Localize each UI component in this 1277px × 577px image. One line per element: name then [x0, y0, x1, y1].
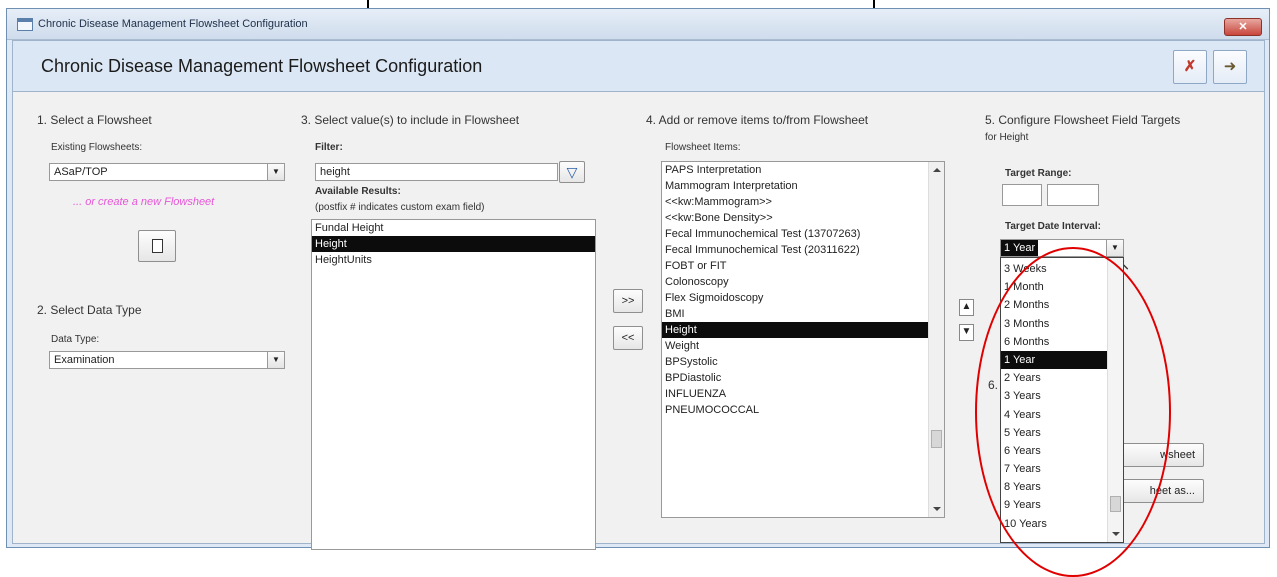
- list-item[interactable]: FOBT or FIT: [662, 258, 928, 274]
- exit-door-icon[interactable]: ➜: [1213, 50, 1247, 84]
- list-item[interactable]: Fecal Immunochemical Test (13707263): [662, 226, 928, 242]
- data-type-label: Data Type:: [51, 334, 100, 345]
- existing-flowsheets-value: ASaP/TOP: [54, 166, 108, 178]
- available-results-label: Available Results:: [315, 186, 401, 197]
- list-item[interactable]: 2 Months: [1001, 296, 1107, 314]
- scroll-up-icon[interactable]: [933, 168, 941, 172]
- chevron-down-icon[interactable]: ▼: [267, 352, 284, 368]
- section-1-heading: 1. Select a Flowsheet: [37, 113, 152, 127]
- scroll-thumb[interactable]: [931, 430, 942, 448]
- list-item-selected[interactable]: 1 Year: [1001, 350, 1107, 370]
- window-title: Chronic Disease Management Flowsheet Con…: [38, 18, 308, 30]
- client-area: Chronic Disease Management Flowsheet Con…: [12, 40, 1265, 577]
- list-item[interactable]: 9 Years: [1001, 496, 1107, 514]
- list-item[interactable]: HeightUnits: [312, 252, 595, 268]
- page-title: Chronic Disease Management Flowsheet Con…: [41, 56, 483, 76]
- remove-from-flowsheet-button[interactable]: <<: [613, 326, 643, 350]
- existing-flowsheets-dropdown[interactable]: ASaP/TOP ▼: [49, 163, 285, 181]
- list-item[interactable]: 4 Years: [1001, 406, 1107, 424]
- list-item-selected[interactable]: Height: [662, 322, 928, 338]
- list-item[interactable]: Fecal Immunochemical Test (20311622): [662, 242, 928, 258]
- move-down-icon[interactable]: ▼: [959, 324, 974, 341]
- data-type-dropdown[interactable]: Examination ▼: [49, 351, 285, 369]
- available-results-list[interactable]: Fundal Height Height HeightUnits: [311, 219, 596, 550]
- target-date-interval-combo[interactable]: 1 Year ▼: [1000, 239, 1124, 257]
- list-item[interactable]: INFLUENZA: [662, 386, 928, 402]
- window-close-button[interactable]: ✕: [1224, 18, 1262, 36]
- section-3-heading: 3. Select value(s) to include in Flowshe…: [301, 113, 520, 127]
- postfix-note: (postfix # indicates custom exam field): [315, 202, 485, 213]
- target-range-label: Target Range:: [1005, 168, 1072, 179]
- chevron-down-icon[interactable]: ▼: [1106, 240, 1123, 256]
- new-document-icon: [151, 239, 163, 253]
- list-item-selected[interactable]: Height: [312, 236, 595, 252]
- new-flowsheet-button[interactable]: [138, 230, 176, 262]
- list-item[interactable]: 8 Years: [1001, 478, 1107, 496]
- list-item[interactable]: 3 Months: [1001, 315, 1107, 333]
- target-range-max-input[interactable]: [1047, 184, 1099, 206]
- target-date-interval-label: Target Date Interval:: [1005, 221, 1101, 232]
- app-window: Chronic Disease Management Flowsheet Con…: [6, 8, 1270, 577]
- list-item[interactable]: PAPS Interpretation: [662, 162, 928, 178]
- list-item[interactable]: 3 Weeks: [1001, 260, 1107, 278]
- create-new-flowsheet-link[interactable]: ... or create a new Flowsheet: [73, 196, 214, 208]
- section-2-heading: 2. Select Data Type: [37, 303, 142, 317]
- header-bar: Chronic Disease Management Flowsheet Con…: [13, 41, 1264, 92]
- list-item[interactable]: 5 Years: [1001, 424, 1107, 442]
- app-window-icon: [17, 18, 33, 31]
- title-bar: Chronic Disease Management Flowsheet Con…: [7, 9, 1269, 40]
- section-5-heading: 5. Configure Flowsheet Field Targets: [985, 113, 1181, 127]
- list-item[interactable]: <<kw:Bone Density>>: [662, 210, 928, 226]
- target-range-min-input[interactable]: [1002, 184, 1042, 206]
- list-item[interactable]: 10 Years: [1001, 515, 1107, 533]
- target-date-interval-dropdown-list[interactable]: 3 Weeks 1 Month 2 Months 3 Months 6 Mont…: [1000, 257, 1124, 543]
- list-item[interactable]: PNEUMOCOCCAL: [662, 402, 928, 418]
- list-item[interactable]: BPDiastolic: [662, 370, 928, 386]
- list-item[interactable]: 6 Years: [1001, 442, 1107, 460]
- flowsheet-items-label: Flowsheet Items:: [665, 142, 741, 153]
- scroll-down-icon[interactable]: [933, 507, 941, 511]
- filter-label: Filter:: [315, 142, 343, 153]
- list-item[interactable]: 6 Months: [1001, 333, 1107, 351]
- list-item[interactable]: Colonoscopy: [662, 274, 928, 290]
- list-item[interactable]: 3 Years: [1001, 387, 1107, 405]
- list-item[interactable]: BMI: [662, 306, 928, 322]
- chevron-down-icon[interactable]: ▼: [267, 164, 284, 180]
- data-type-value: Examination: [54, 354, 115, 366]
- flowsheet-items-scrollbar[interactable]: [928, 162, 944, 517]
- list-item[interactable]: Flex Sigmoidoscopy: [662, 290, 928, 306]
- section-4-heading: 4. Add or remove items to/from Flowsheet: [646, 113, 869, 127]
- scroll-down-icon[interactable]: [1112, 532, 1120, 536]
- list-item[interactable]: Weight: [662, 338, 928, 354]
- list-item[interactable]: Mammogram Interpretation: [662, 178, 928, 194]
- list-item[interactable]: <<kw:Mammogram>>: [662, 194, 928, 210]
- list-item[interactable]: 7 Years: [1001, 460, 1107, 478]
- list-item[interactable]: 1 Month: [1001, 278, 1107, 296]
- scroll-thumb[interactable]: [1110, 496, 1121, 512]
- cancel-icon[interactable]: ✗: [1173, 50, 1207, 84]
- filter-input[interactable]: height: [315, 163, 558, 181]
- list-item[interactable]: 2 Years: [1001, 369, 1107, 387]
- list-item[interactable]: Fundal Height: [312, 220, 595, 236]
- move-up-icon[interactable]: ▲: [959, 299, 974, 316]
- section-6-heading: 6.: [988, 378, 999, 392]
- section-5-subheading: for Height: [985, 132, 1029, 143]
- interval-list-scrollbar[interactable]: [1107, 258, 1123, 542]
- list-item[interactable]: BPSystolic: [662, 354, 928, 370]
- target-date-interval-value: 1 Year: [1001, 240, 1039, 256]
- filter-funnel-icon[interactable]: ▽: [559, 161, 585, 183]
- add-to-flowsheet-button[interactable]: >>: [613, 289, 643, 313]
- existing-flowsheets-label: Existing Flowsheets:: [51, 142, 143, 153]
- flowsheet-items-list[interactable]: PAPS Interpretation Mammogram Interpreta…: [661, 161, 945, 518]
